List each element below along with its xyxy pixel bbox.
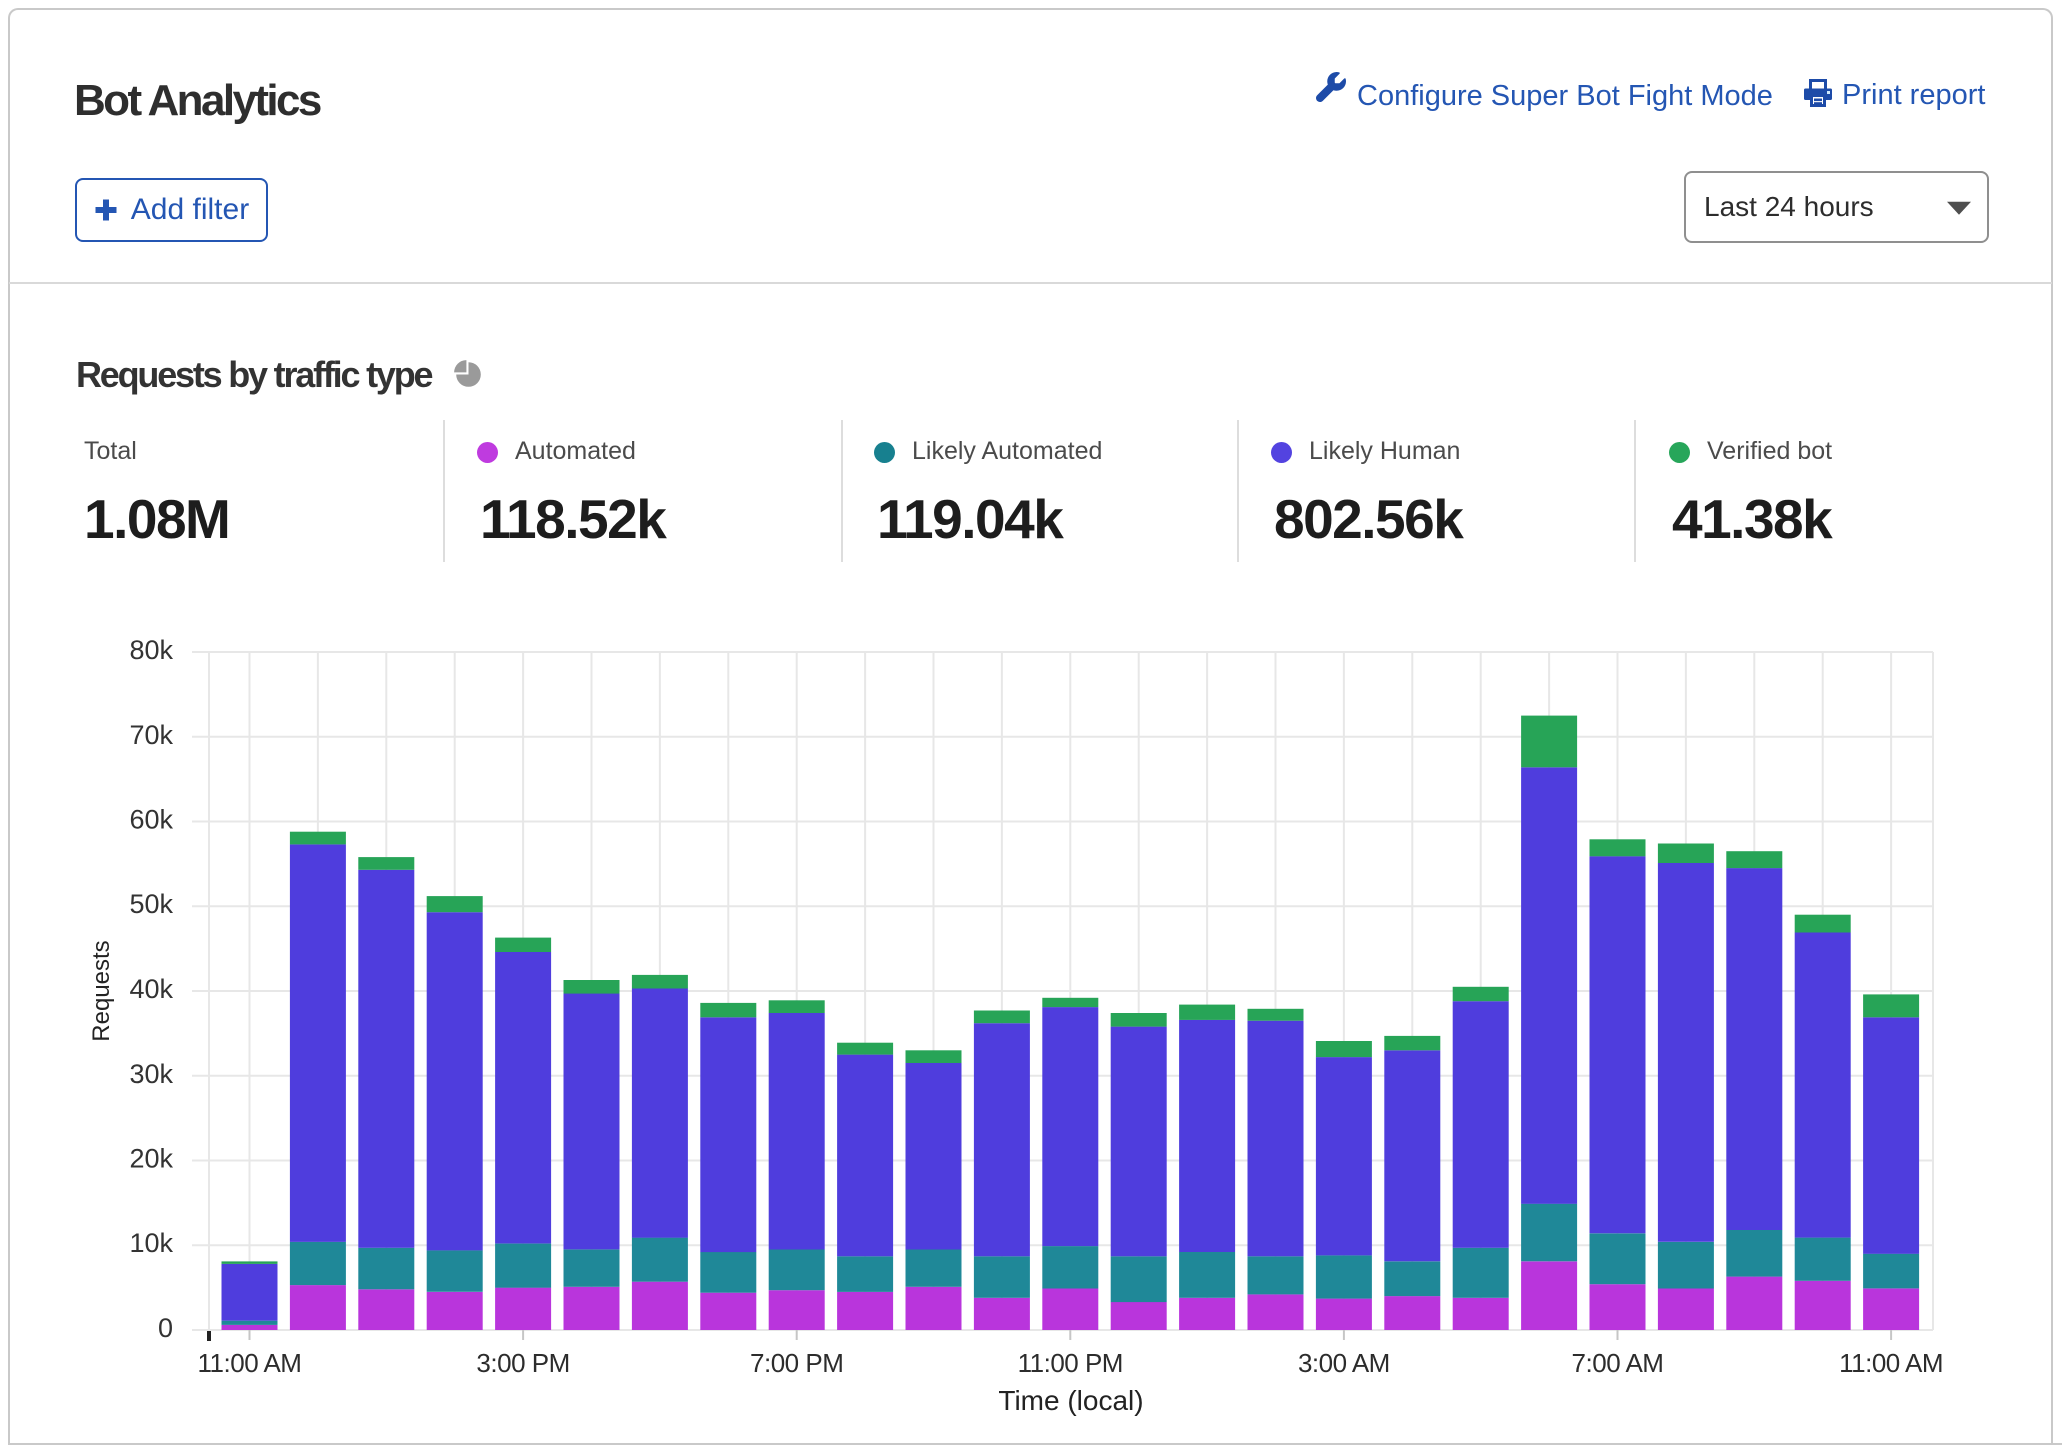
svg-text:70k: 70k [129,720,173,750]
svg-text:50k: 50k [129,889,173,919]
svg-text:10k: 10k [129,1228,173,1258]
svg-text:40k: 40k [129,974,173,1004]
svg-text:3:00 AM: 3:00 AM [1298,1348,1390,1378]
svg-text:11:00 AM: 11:00 AM [198,1348,302,1378]
svg-text:Time (local): Time (local) [998,1385,1143,1416]
svg-text:20k: 20k [129,1144,173,1174]
svg-text:30k: 30k [129,1059,173,1089]
svg-text:11:00 PM: 11:00 PM [1018,1348,1123,1378]
svg-text:11:00 AM: 11:00 AM [1839,1348,1943,1378]
svg-text:80k: 80k [129,635,173,665]
svg-text:60k: 60k [129,805,173,835]
svg-text:3:00 PM: 3:00 PM [476,1348,569,1378]
svg-text:0: 0 [158,1313,173,1343]
svg-text:7:00 PM: 7:00 PM [750,1348,843,1378]
svg-text:Requests: Requests [88,940,115,1041]
svg-text:7:00 AM: 7:00 AM [1572,1348,1664,1378]
